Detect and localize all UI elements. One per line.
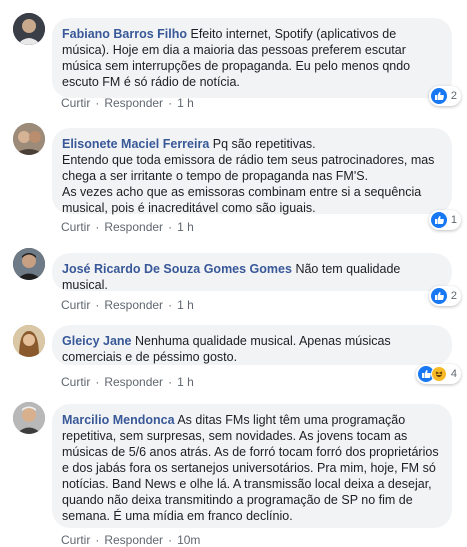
comment-text: As ditas FMs light têm uma programação r… [62, 413, 439, 523]
comment-actions: Curtir · Responder · 1 h [61, 375, 194, 389]
reaction-count: 2 [450, 90, 457, 102]
reaction-summary[interactable]: 2 [428, 286, 461, 306]
like-link[interactable]: Curtir [61, 375, 90, 389]
comment-author[interactable]: José Ricardo De Souza Gomes Gomes [62, 262, 292, 276]
comment-time[interactable]: 1 h [177, 298, 194, 312]
comment-time[interactable]: 1 h [177, 375, 194, 389]
separator: · [168, 220, 173, 234]
like-reaction-icon [430, 88, 447, 104]
comment-actions: Curtir · Responder · 1 h [61, 298, 194, 312]
separator: · [95, 298, 100, 312]
reaction-count: 2 [450, 290, 457, 302]
separator: · [168, 96, 173, 110]
reaction-summary[interactable]: 1 [428, 210, 461, 230]
separator: · [95, 533, 100, 547]
comment-actions: Curtir · Responder · 1 h [61, 96, 194, 110]
avatar[interactable] [13, 402, 45, 434]
separator: · [168, 375, 173, 389]
reaction-summary[interactable]: 4 [415, 364, 461, 384]
separator: · [95, 96, 100, 110]
comment-text: As vezes acho que as emissoras combinam … [62, 185, 422, 215]
reply-link[interactable]: Responder [104, 375, 163, 389]
avatar[interactable] [13, 123, 45, 155]
reaction-count: 1 [450, 214, 457, 226]
reaction-summary[interactable]: 2 [428, 86, 461, 106]
reply-link[interactable]: Responder [104, 220, 163, 234]
avatar[interactable] [13, 325, 45, 357]
comment-author[interactable]: Gleicy Jane [62, 334, 132, 348]
separator: · [95, 375, 100, 389]
comment-actions: Curtir · Responder · 10m [61, 533, 200, 547]
reply-link[interactable]: Responder [104, 96, 163, 110]
avatar[interactable] [13, 248, 45, 280]
separator: · [168, 533, 173, 547]
comment-bubble: Marcilio Mendonca As ditas FMs light têm… [52, 404, 452, 528]
separator: · [95, 220, 100, 234]
comment-text: Pq são repetitivas. [212, 137, 316, 151]
like-reaction-icon [430, 212, 447, 228]
reply-link[interactable]: Responder [104, 533, 163, 547]
comment-time[interactable]: 1 h [177, 96, 194, 110]
comment-bubble: José Ricardo De Souza Gomes Gomes Não te… [52, 253, 452, 292]
like-link[interactable]: Curtir [61, 533, 90, 547]
comment-text: Entendo que toda emissora de rádio tem s… [62, 153, 435, 183]
comment-author[interactable]: Elisonete Maciel Ferreira [62, 137, 209, 151]
comment-bubble: Gleicy Jane Nenhuma qualidade musical. A… [52, 325, 452, 365]
separator: · [168, 298, 173, 312]
avatar[interactable] [13, 13, 45, 45]
comment-actions: Curtir · Responder · 1 h [61, 220, 194, 234]
like-link[interactable]: Curtir [61, 96, 90, 110]
haha-reaction-icon [430, 366, 447, 382]
like-reaction-icon [430, 288, 447, 304]
comment-time[interactable]: 10m [177, 533, 200, 547]
like-link[interactable]: Curtir [61, 220, 90, 234]
like-link[interactable]: Curtir [61, 298, 90, 312]
reaction-count: 4 [450, 368, 457, 380]
comment-bubble: Elisonete Maciel Ferreira Pq são repetit… [52, 128, 452, 215]
comment-author[interactable]: Marcilio Mendonca [62, 413, 175, 427]
comment-author[interactable]: Fabiano Barros Filho [62, 27, 187, 41]
comment-bubble: Fabiano Barros Filho Efeito internet, Sp… [52, 18, 452, 98]
comment-time[interactable]: 1 h [177, 220, 194, 234]
reply-link[interactable]: Responder [104, 298, 163, 312]
